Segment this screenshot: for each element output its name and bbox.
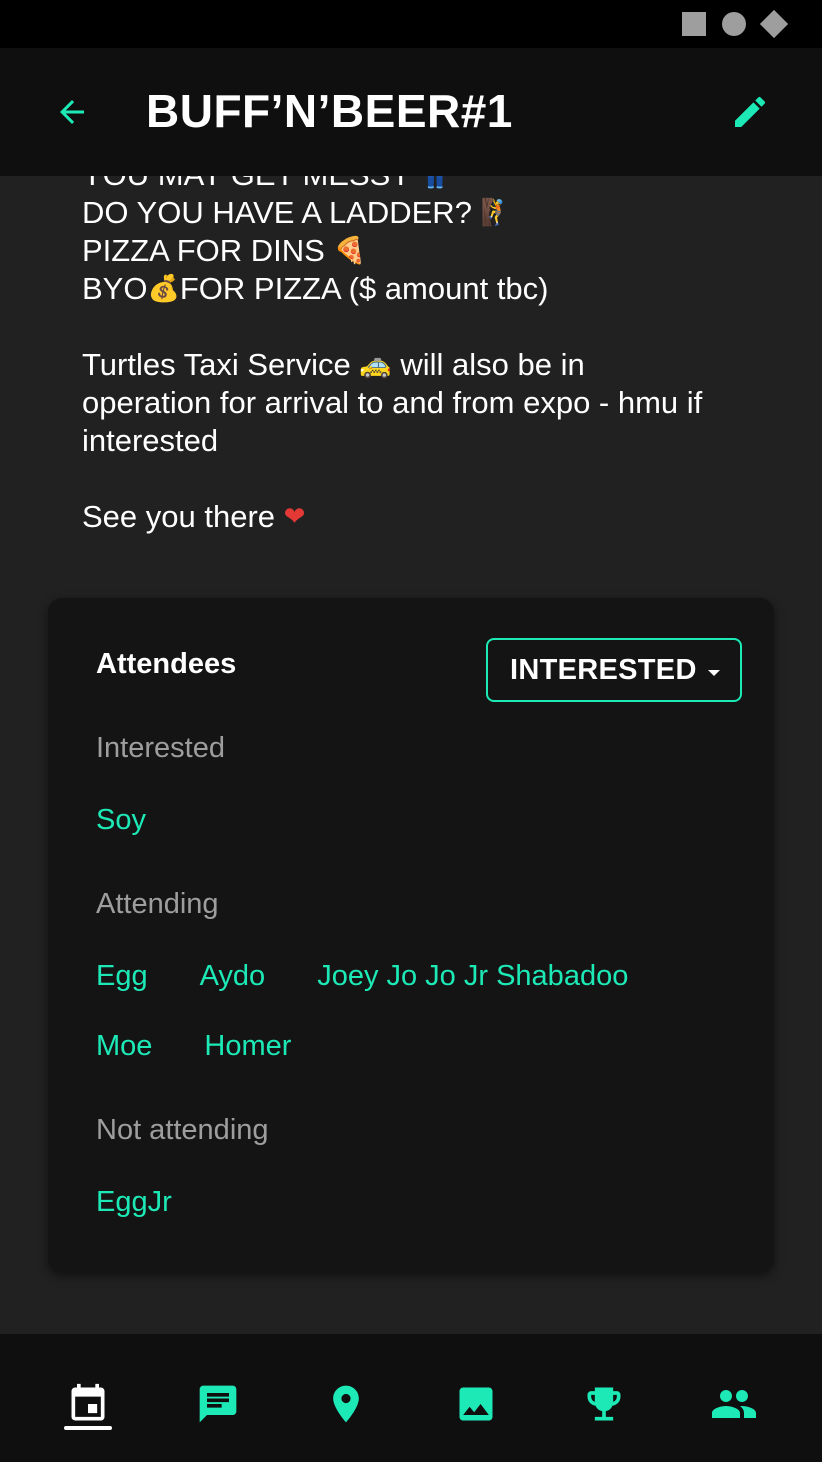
trophy-icon	[587, 1387, 621, 1421]
rsvp-filter-dropdown[interactable]: INTERESTED	[486, 638, 742, 702]
nav-chat[interactable]	[186, 1372, 250, 1436]
chat-icon	[199, 1385, 237, 1423]
pencil-icon	[735, 96, 766, 127]
description-text: DO YOU HAVE A LADDER?	[82, 195, 472, 230]
back-button[interactable]	[48, 88, 96, 136]
arrow-back-icon	[60, 100, 84, 124]
not-attending-label: Not attending	[96, 1114, 269, 1146]
not-attending-list: EggJr	[96, 1184, 736, 1220]
rsvp-filter-value: INTERESTED	[510, 653, 697, 686]
bottom-navigation	[0, 1334, 822, 1462]
calendar-icon	[71, 1383, 105, 1421]
app-bar: BUFF’N’BEER#1	[0, 48, 822, 176]
pizza-emoji-icon: 🍕	[333, 236, 366, 266]
attending-list: Egg Aydo Joey Jo Jo Jr Shabadoo Moe Home…	[96, 958, 736, 1064]
description-line: YOU MAY GET MESSY 👖	[82, 176, 762, 194]
location-pin-icon	[333, 1385, 359, 1423]
caret-down-icon	[708, 670, 720, 676]
description-text: YOU MAY GET MESSY	[82, 176, 410, 192]
attendees-card: Attendees INTERESTED Interested Soy Atte…	[48, 598, 774, 1272]
money-bag-emoji-icon: 💰	[147, 274, 180, 304]
description-text: will also be in	[400, 347, 585, 382]
attendee-name[interactable]: Soy	[96, 802, 146, 838]
description-line: PIZZA FOR DINS 🍕	[82, 232, 762, 270]
square-icon	[682, 12, 706, 36]
people-icon	[712, 1390, 756, 1418]
attendee-name[interactable]: EggJr	[96, 1184, 172, 1220]
nav-leaderboard[interactable]	[572, 1372, 636, 1436]
event-description: YOU MAY GET MESSY 👖 DO YOU HAVE A LADDER…	[82, 176, 762, 536]
description-line: interested	[82, 423, 219, 458]
description-line: DO YOU HAVE A LADDER? 🧗	[82, 194, 762, 232]
nav-location[interactable]	[314, 1372, 378, 1436]
edit-button[interactable]	[726, 88, 774, 136]
description-line: Turtles Taxi Service 🚕 will also be in	[82, 346, 762, 384]
heart-emoji-icon: ❤	[283, 502, 306, 532]
description-text: Turtles Taxi Service	[82, 347, 351, 382]
diamond-icon	[759, 9, 789, 39]
description-text: FOR PIZZA ($ amount tbc)	[179, 271, 549, 306]
nav-photos[interactable]	[444, 1372, 508, 1436]
climber-emoji-icon: 🧗	[480, 198, 513, 228]
attendee-name[interactable]: Moe	[96, 1028, 152, 1064]
interested-label: Interested	[96, 732, 225, 764]
nav-members[interactable]	[702, 1372, 766, 1436]
active-tab-indicator	[64, 1426, 112, 1430]
interested-list: Soy	[96, 802, 736, 838]
page-title: BUFF’N’BEER#1	[146, 85, 513, 137]
attendee-name[interactable]: Joey Jo Jo Jr Shabadoo	[317, 958, 628, 994]
description-line: operation for arrival to and from expo -…	[82, 385, 703, 420]
attendees-title: Attendees	[96, 648, 237, 680]
jeans-emoji-icon: 👖	[419, 176, 451, 194]
description-line: BYO💰FOR PIZZA ($ amount tbc)	[82, 270, 762, 308]
attendee-name[interactable]: Egg	[96, 958, 148, 994]
taxi-emoji-icon: 🚕	[359, 350, 392, 380]
attendee-name[interactable]: Homer	[204, 1028, 291, 1064]
description-text: PIZZA FOR DINS	[82, 233, 325, 268]
attendee-name[interactable]: Aydo	[200, 958, 266, 994]
status-bar	[0, 0, 822, 48]
description-text: See you there	[82, 499, 276, 534]
circle-icon	[722, 12, 746, 36]
attending-label: Attending	[96, 888, 219, 920]
event-content[interactable]: YOU MAY GET MESSY 👖 DO YOU HAVE A LADDER…	[0, 176, 822, 1334]
description-text: BYO	[82, 271, 148, 306]
description-line: See you there ❤	[82, 498, 762, 536]
image-icon	[459, 1387, 493, 1421]
